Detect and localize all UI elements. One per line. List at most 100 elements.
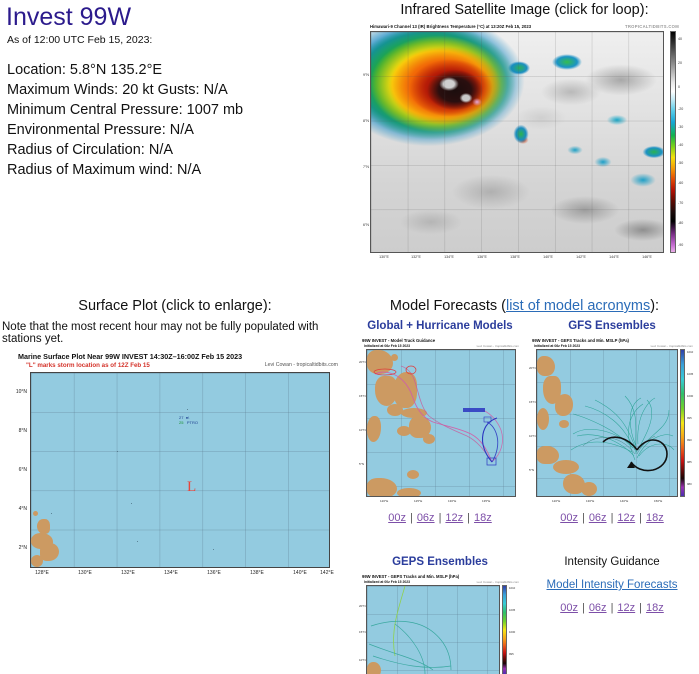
intensity-hour-links: 00z | 06z | 12z | 18z (528, 602, 696, 614)
satellite-image[interactable] (370, 31, 664, 253)
global-hurricane-models-subhead: Global + Hurricane Models (367, 320, 513, 332)
model-acronyms-link[interactable]: list of model acronyms (506, 298, 650, 314)
link-separator: | (581, 512, 585, 524)
gefs-mslp-colorbar (680, 349, 685, 497)
geps-figure[interactable]: 99W INVEST - GEPS Tracks and Min. MSLP (… (358, 574, 522, 674)
hour-link-18z[interactable]: 18z (646, 602, 664, 614)
satellite-gridlines (371, 32, 663, 252)
geps-ytick: 15°N (359, 630, 366, 634)
intensity-guidance-section: Intensity Guidance Model Intensity Forec… (528, 556, 696, 614)
station-dewpoint: 25 (179, 420, 184, 425)
surface-figure-subtitle: "L" marks storm location as of 12Z Feb 1… (26, 362, 150, 369)
geps-ensembles-section: GEPS Ensembles 99W INVEST - GEPS Tracks … (358, 556, 522, 674)
gefs-xtick: 130°E (586, 499, 595, 503)
station-id: PTRO (186, 420, 198, 425)
link-separator: | (581, 602, 585, 614)
storm-location: Location: 5.8°N 135.2°E (7, 62, 163, 78)
as-of-timestamp: As of 12:00 UTC Feb 15, 2023: (7, 34, 153, 46)
gefs-ytick: 10°N (529, 434, 536, 438)
satellite-credit: TROPICALTIDBITS.COM (624, 24, 679, 29)
hour-link-12z[interactable]: 12z (617, 602, 635, 614)
model-track-figure[interactable]: 99W INVEST - Model Track Guidance Initia… (358, 338, 522, 503)
landmass (31, 555, 43, 567)
hour-link-00z[interactable]: 00z (560, 602, 578, 614)
gefs-mslp-label: 995 (687, 416, 692, 420)
hour-link-12z[interactable]: 12z (617, 512, 635, 524)
tropical-storm-page: Invest 99W As of 12:00 UTC Feb 15, 2023:… (0, 0, 699, 674)
link-separator: | (467, 512, 471, 524)
surface-figure-credit: Levi Cowan - tropicaltidbits.com (264, 362, 338, 368)
gefs-ytick: 15°N (529, 400, 536, 404)
hour-link-06z[interactable]: 06z (589, 602, 607, 614)
gefs-mslp-label: 1005 (687, 372, 694, 376)
storm-radius-circulation: Radius of Circulation: N/A (7, 142, 174, 158)
model-track-init: Initialized at 06z Feb 15 2023 (364, 343, 410, 348)
gefs-xtick: 120°E (552, 499, 561, 503)
link-separator: | (610, 512, 614, 524)
surface-map[interactable]: 27 ●\ 25 PTRO L (30, 372, 330, 568)
satellite-figure-title: Himawari-9 Channel 13 (IR) Brightness Te… (370, 24, 532, 29)
surface-plot-note: Note that the most recent hour may not b… (2, 321, 319, 345)
surface-figure-title: Marine Surface Plot Near 99W INVEST 14:3… (18, 352, 243, 361)
storm-min-pressure: Minimum Central Pressure: 1007 mb (7, 102, 244, 118)
model-forecasts-heading-suffix: ): (650, 298, 660, 314)
hour-link-00z[interactable]: 00z (388, 512, 406, 524)
storm-max-winds: Maximum Winds: 20 kt Gusts: N/A (7, 82, 228, 98)
gefs-map[interactable] (536, 349, 678, 497)
model-intensity-forecasts-link[interactable]: Model Intensity Forecasts (546, 579, 677, 591)
gefs-track-lines (570, 395, 675, 472)
gefs-figure[interactable]: 99W INVEST - GEFS Tracks and Min. MSLP (… (528, 338, 696, 503)
gefs-xtick: 140°E (620, 499, 629, 503)
model-track-ytick: 20°N (359, 360, 366, 364)
geps-mslp-label: 1010 (509, 586, 516, 590)
storm-info-panel: Invest 99W As of 12:00 UTC Feb 15, 2023:… (0, 0, 350, 290)
geps-mslp-label: 995 (509, 652, 514, 656)
surface-gridlines (31, 373, 329, 567)
hour-link-00z[interactable]: 00z (560, 512, 578, 524)
hour-link-06z[interactable]: 06z (589, 512, 607, 524)
satellite-x-axis: 130°E 132°E 134°E 136°E 138°E 140°E 142°… (379, 255, 652, 259)
gfs-ensembles-hour-links: 00z | 06z | 12z | 18z (528, 512, 696, 524)
model-track-ytick: 10°N (359, 428, 366, 432)
gefs-init: Initialized at 06z Feb 15 2023 (534, 343, 580, 348)
storm-env-pressure: Environmental Pressure: N/A (7, 122, 194, 138)
geps-credit: Levi Cowan - tropicaltidbits.com (476, 579, 519, 584)
model-forecasts-heading: Model Forecasts (list of model acronyms)… (350, 298, 699, 314)
page-title: Invest 99W (6, 3, 132, 31)
model-track-title: 99W INVEST - Model Track Guidance (362, 338, 436, 343)
geps-init: Initialized at 00z Feb 15 2023 (364, 579, 410, 584)
model-track-xtick: 125°E (414, 499, 423, 503)
model-track-credit: Levi Cowan - tropicaltidbits.com (476, 343, 519, 348)
gefs-mslp-label: 1010 (687, 350, 694, 354)
satellite-colorbar-ticks: 40 20 0 -20 -30 -40 -50 -60 -70 -80 -90 (678, 37, 684, 247)
model-track-map[interactable] (366, 349, 516, 497)
intensity-link-row: Model Intensity Forecasts (528, 575, 696, 593)
geps-map[interactable] (366, 585, 500, 674)
gefs-mslp-label: 985 (687, 460, 692, 464)
landmass (33, 511, 38, 516)
geps-mslp-colorbar (502, 585, 507, 674)
model-track-xtick: 120°E (380, 499, 389, 503)
surface-plot-figure[interactable]: Marine Surface Plot Near 99W INVEST 14:3… (8, 352, 344, 602)
intensity-guidance-subhead: Intensity Guidance (564, 556, 660, 568)
model-track-ytick: 5°N (359, 462, 365, 466)
gefs-ytick: 5°N (529, 468, 535, 472)
link-separator: | (639, 602, 643, 614)
model-track-xtick: 135°E (482, 499, 491, 503)
hour-link-06z[interactable]: 06z (417, 512, 435, 524)
gefs-ytick: 20°N (529, 366, 536, 370)
hour-link-12z[interactable]: 12z (445, 512, 463, 524)
hour-link-18z[interactable]: 18z (474, 512, 492, 524)
model-track-ytick: 15°N (359, 394, 366, 398)
gefs-mslp-label: 980 (687, 482, 692, 486)
satellite-figure[interactable]: Himawari-9 Channel 13 (IR) Brightness Te… (354, 24, 695, 276)
surface-plot-panel: Surface Plot (click to enlarge): Note th… (0, 292, 350, 674)
gefs-title: 99W INVEST - GEFS Tracks and Min. MSLP (… (532, 338, 629, 343)
storm-radius-max-wind: Radius of Maximum wind: N/A (7, 162, 202, 178)
hour-link-18z[interactable]: 18z (646, 512, 664, 524)
geps-track-lines (368, 586, 452, 674)
link-separator: | (438, 512, 442, 524)
geps-ytick: 20°N (359, 604, 366, 608)
link-separator: | (639, 512, 643, 524)
geps-mslp-label: 1000 (509, 630, 516, 634)
